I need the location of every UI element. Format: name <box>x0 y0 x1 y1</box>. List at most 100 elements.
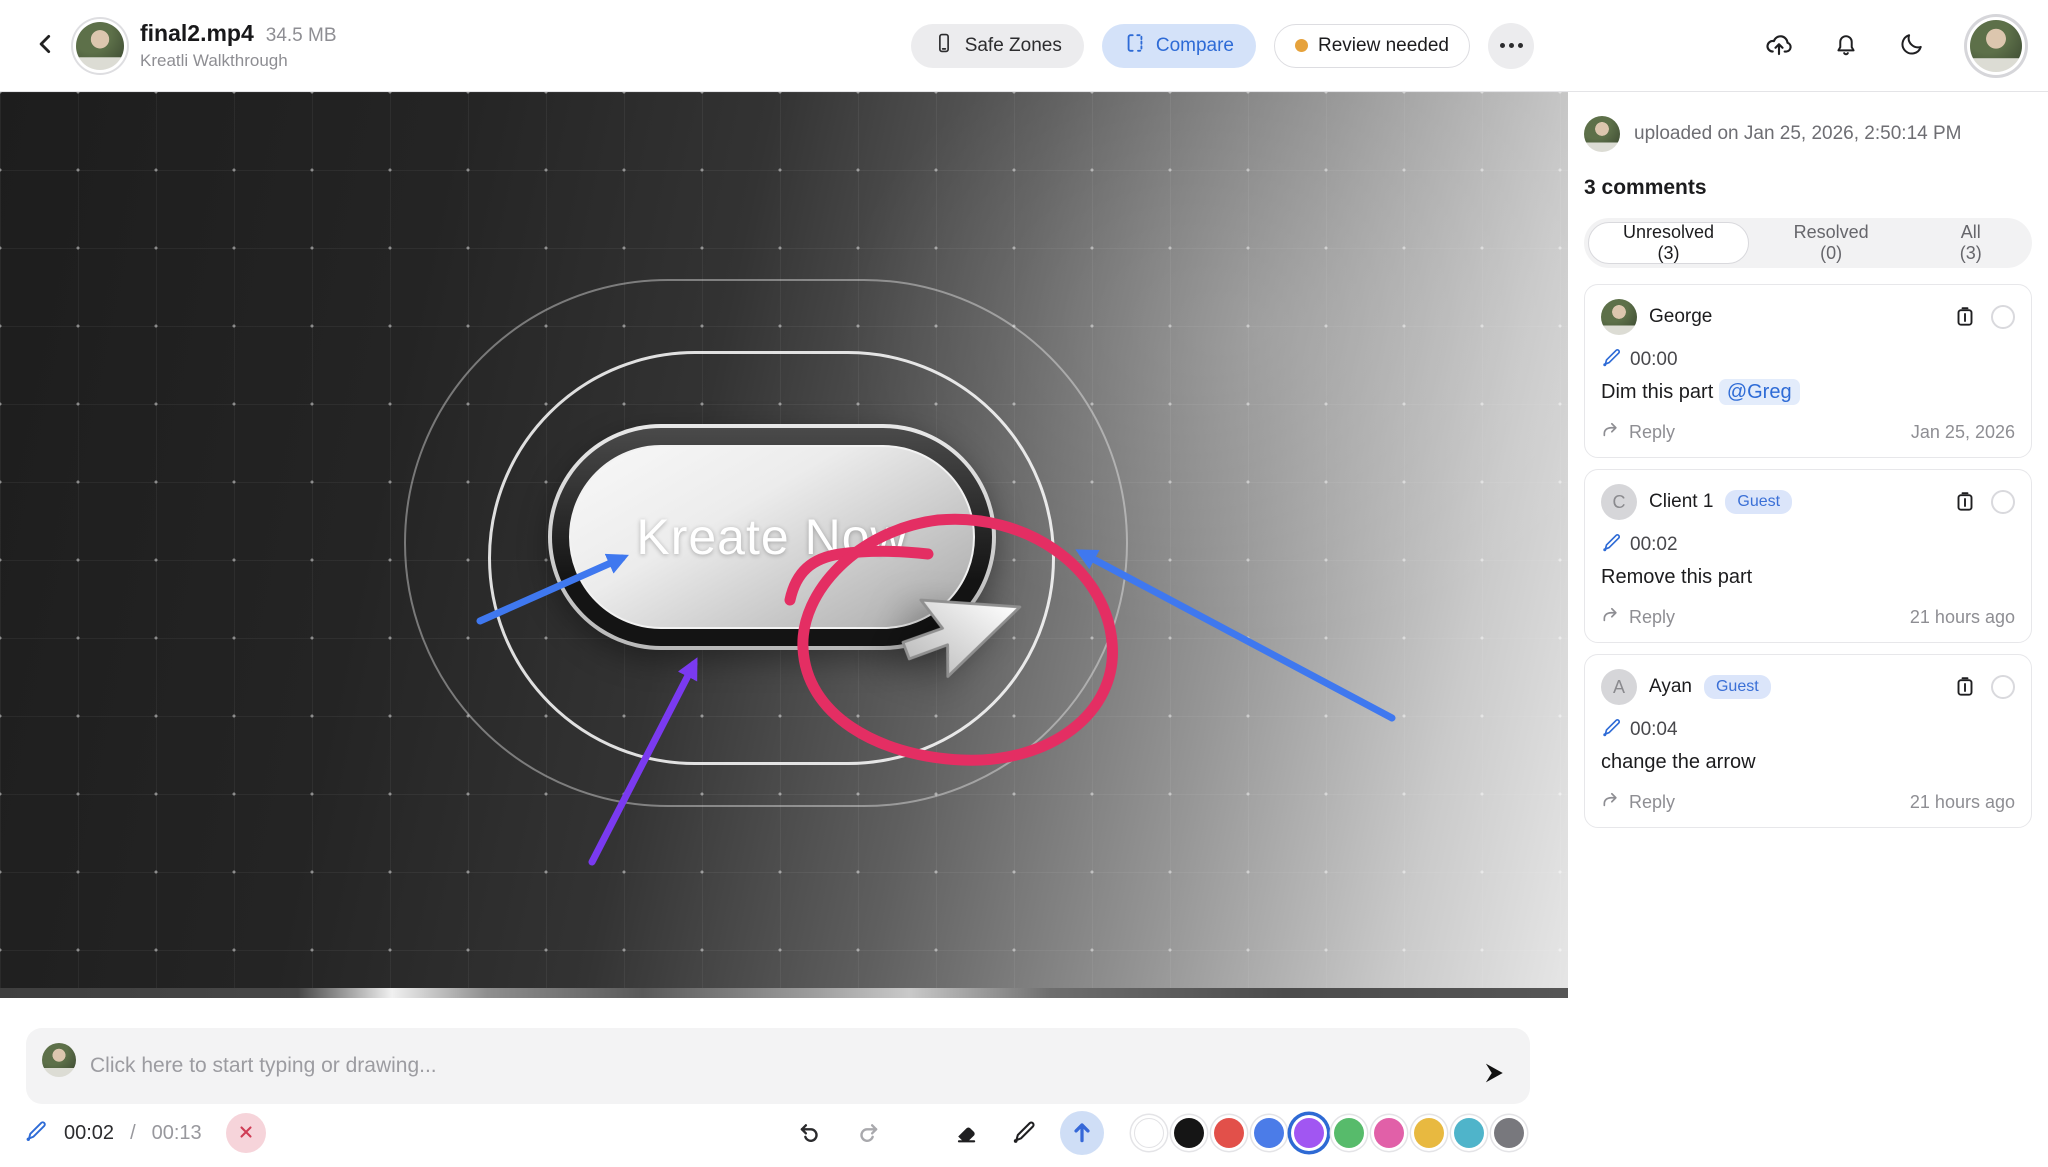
tab-resolved[interactable]: Resolved (0) <box>1749 222 1913 264</box>
project-name: Kreatli Walkthrough <box>140 51 337 71</box>
close-icon <box>237 1123 255 1144</box>
file-name: final2.mp4 <box>140 20 254 47</box>
color-swatch-blue[interactable] <box>1254 1118 1284 1148</box>
color-swatch-black[interactable] <box>1174 1118 1204 1148</box>
uploader-avatar <box>1584 116 1620 152</box>
reply-label: Reply <box>1629 792 1675 813</box>
color-swatch-white[interactable] <box>1134 1118 1164 1148</box>
eraser-button[interactable] <box>944 1111 988 1155</box>
comment-card: C Client 1 Guest <box>1584 469 2032 643</box>
tools-group <box>788 1111 1524 1155</box>
blue-arrow-left <box>480 558 622 621</box>
user-avatar[interactable] <box>1970 20 2022 72</box>
mention-chip[interactable]: @Greg <box>1719 379 1800 405</box>
trash-icon <box>1953 674 1977 701</box>
comment-timecode[interactable]: 00:00 <box>1601 347 2015 373</box>
upload-button[interactable] <box>1764 29 1794 62</box>
color-palette <box>1134 1118 1524 1148</box>
review-status-badge[interactable]: Review needed <box>1274 24 1470 68</box>
tab-all[interactable]: All (3) <box>1913 222 2028 264</box>
comment-author-name: George <box>1649 306 1712 328</box>
color-swatch-yellow[interactable] <box>1414 1118 1444 1148</box>
send-button[interactable] <box>1476 1056 1512 1092</box>
cursor-pointer-icon <box>901 599 1020 681</box>
color-swatch-purple[interactable] <box>1294 1118 1324 1148</box>
reply-button[interactable]: Reply <box>1601 605 1675 630</box>
comment-author-name: Client 1 <box>1649 491 1713 513</box>
trash-icon <box>1953 304 1977 331</box>
tab-unresolved[interactable]: Unresolved (3) <box>1588 222 1749 264</box>
comment-text: Remove this part <box>1601 566 2015 589</box>
redo-icon <box>855 1119 881 1148</box>
cloud-upload-icon <box>1764 29 1794 62</box>
delete-comment-button[interactable] <box>1953 489 1977 516</box>
main-content: Kreate Now <box>0 92 2048 1167</box>
comment-author-avatar: C <box>1601 484 1637 520</box>
video-canvas[interactable]: Kreate Now <box>0 92 1568 998</box>
annotation-layer <box>0 92 1568 998</box>
color-swatch-red[interactable] <box>1214 1118 1244 1148</box>
pencil-icon <box>24 1119 48 1148</box>
compare-button[interactable]: Compare <box>1102 24 1256 68</box>
comment-time: 00:04 <box>1630 719 1678 741</box>
trash-icon <box>1953 489 1977 516</box>
color-swatch-gray[interactable] <box>1494 1118 1524 1148</box>
reply-label: Reply <box>1629 607 1675 628</box>
chevron-left-icon <box>33 31 59 60</box>
comment-input-box[interactable] <box>26 1028 1530 1104</box>
resolve-toggle[interactable] <box>1991 675 2015 699</box>
composer-avatar <box>42 1043 76 1077</box>
comment-text: change the arrow <box>1601 751 2015 774</box>
redo-button[interactable] <box>846 1111 890 1155</box>
time-separator: / <box>130 1122 136 1145</box>
color-swatch-teal[interactable] <box>1454 1118 1484 1148</box>
comment-filter-tabs: Unresolved (3) Resolved (0) All (3) <box>1584 218 2032 268</box>
status-label: Review needed <box>1318 35 1449 57</box>
comment-author-avatar: A <box>1601 669 1637 705</box>
reply-label: Reply <box>1629 422 1675 443</box>
pencil-icon <box>1601 347 1622 373</box>
color-swatch-pink[interactable] <box>1374 1118 1404 1148</box>
delete-comment-button[interactable] <box>1953 674 1977 701</box>
eraser-icon <box>953 1119 979 1148</box>
header-actions: Safe Zones Compare Review needed <box>911 23 1534 69</box>
blue-arrow-right <box>1082 553 1392 718</box>
theme-toggle-button[interactable] <box>1898 30 1926 61</box>
delete-comment-button[interactable] <box>1953 304 1977 331</box>
reply-button[interactable]: Reply <box>1601 420 1675 445</box>
drawing-toolbar: 00:02 / 00:13 <box>0 1107 1568 1159</box>
undo-button[interactable] <box>788 1111 832 1155</box>
safe-zones-button[interactable]: Safe Zones <box>911 24 1084 68</box>
compare-label: Compare <box>1156 35 1234 57</box>
notifications-button[interactable] <box>1832 30 1860 61</box>
more-options-button[interactable] <box>1488 23 1534 69</box>
resolve-toggle[interactable] <box>1991 490 2015 514</box>
reply-button[interactable]: Reply <box>1601 790 1675 815</box>
comment-timestamp: 21 hours ago <box>1910 792 2015 813</box>
pencil-icon <box>1601 532 1622 558</box>
file-title-block: final2.mp4 34.5 MB Kreatli Walkthrough <box>140 20 337 71</box>
back-button[interactable] <box>26 26 66 66</box>
bell-icon <box>1832 30 1860 61</box>
uploaded-info: uploaded on Jan 25, 2026, 2:50:14 PM <box>1584 116 2032 152</box>
phone-icon <box>933 32 955 60</box>
arrow-up-icon <box>1069 1119 1095 1148</box>
player-column: Kreate Now <box>0 92 1568 1167</box>
draw-tool-button[interactable] <box>1002 1111 1046 1155</box>
comment-author-avatar <box>1601 299 1637 335</box>
comment-input[interactable] <box>88 1028 1468 1104</box>
color-swatch-green[interactable] <box>1334 1118 1364 1148</box>
current-time: 00:02 <box>64 1122 114 1145</box>
draw-pencil-icon <box>1011 1119 1037 1148</box>
reply-icon <box>1601 605 1621 630</box>
comment-timecode[interactable]: 00:04 <box>1601 717 2015 743</box>
undo-icon <box>797 1119 823 1148</box>
comment-author-name: Ayan <box>1649 676 1692 698</box>
header-global-icons <box>1764 20 2022 72</box>
arrow-tool-button[interactable] <box>1060 1111 1104 1155</box>
guest-badge: Guest <box>1725 490 1792 514</box>
close-drawing-button[interactable] <box>226 1113 266 1153</box>
resolve-toggle[interactable] <box>1991 305 2015 329</box>
pencil-icon <box>1601 717 1622 743</box>
comment-timecode[interactable]: 00:02 <box>1601 532 2015 558</box>
